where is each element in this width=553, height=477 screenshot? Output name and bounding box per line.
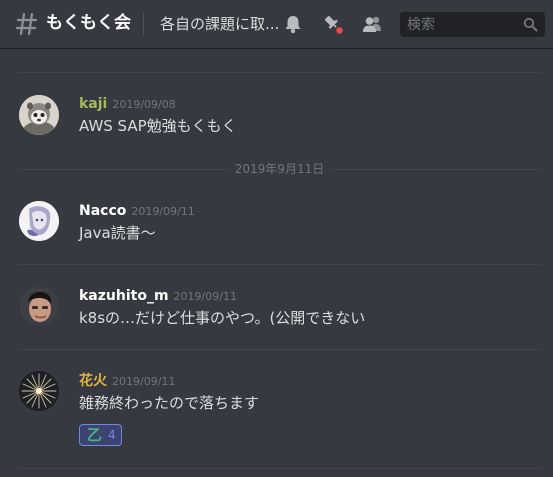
author-name[interactable]: kazuhito_m	[79, 288, 169, 304]
message-text: 雑務終わったので落ちます	[79, 394, 260, 412]
search-box[interactable]	[400, 12, 545, 37]
channel-name: もくもく会	[46, 13, 131, 33]
message-text: Java読書〜	[79, 224, 156, 242]
reaction-count: 4	[108, 428, 116, 442]
message-author[interactable]: kaji 2019/09/08	[79, 95, 176, 114]
search-icon[interactable]	[523, 17, 538, 32]
avatar[interactable]	[19, 201, 59, 241]
bell-icon[interactable]	[282, 13, 304, 35]
avatar[interactable]	[19, 371, 59, 411]
message-text: AWS SAP勉強もくもく	[79, 117, 237, 135]
message-timestamp: 2019/09/11	[112, 375, 176, 388]
date-divider: 2019年9月11日	[18, 160, 541, 180]
message-timestamp: 2019/09/11	[173, 290, 237, 303]
header-divider	[143, 13, 144, 35]
date-divider-label: 2019年9月11日	[228, 162, 331, 176]
message-separator	[18, 72, 541, 73]
message-separator	[18, 349, 541, 350]
message-separator	[18, 468, 541, 469]
search-input[interactable]	[400, 12, 520, 37]
channel-header: もくもく会 各自の課題に取...	[0, 0, 553, 48]
author-name[interactable]: Nacco	[79, 203, 126, 219]
message-author[interactable]: Nacco 2019/09/11	[79, 202, 195, 221]
avatar[interactable]	[19, 95, 59, 135]
reaction-button[interactable]: 乙 4	[79, 424, 122, 446]
author-name[interactable]: kaji	[79, 96, 107, 112]
message-timestamp: 2019/09/11	[131, 205, 195, 218]
avatar[interactable]	[19, 286, 59, 326]
reaction-emoji: 乙	[87, 426, 103, 444]
message-text: k8sの…だけど仕事のやつ。(公開できない	[79, 309, 366, 327]
hash-icon	[15, 11, 38, 37]
pin-icon[interactable]	[322, 13, 345, 36]
author-name[interactable]: 花火	[79, 373, 107, 389]
members-icon[interactable]	[361, 13, 383, 35]
channel-topic[interactable]: 各自の課題に取...	[160, 14, 279, 34]
message-author[interactable]: 花火 2019/09/11	[79, 372, 175, 391]
message-author[interactable]: kazuhito_m 2019/09/11	[79, 287, 237, 306]
message-separator	[18, 264, 541, 265]
message-timestamp: 2019/09/08	[112, 98, 176, 111]
